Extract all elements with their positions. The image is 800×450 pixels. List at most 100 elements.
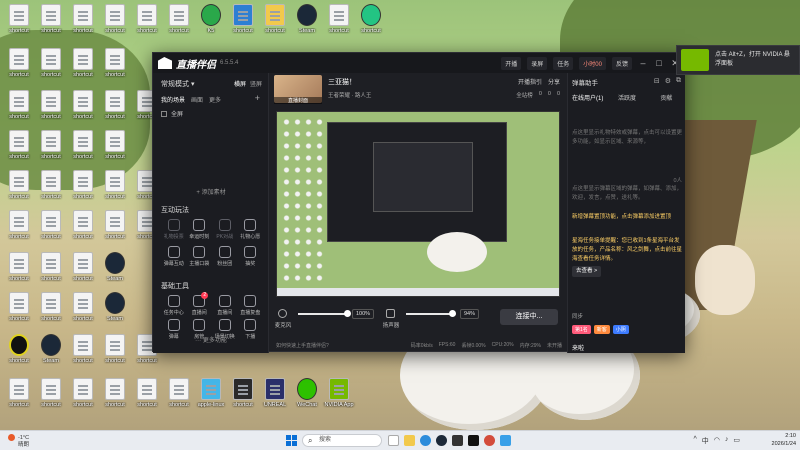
mic-volume-value[interactable]: 100%	[352, 309, 375, 319]
portrait-option[interactable]: 竖屏	[250, 82, 262, 88]
desktop-shortcut[interactable]: NVIDIA App	[322, 378, 356, 418]
view-task-button[interactable]: 去查看 >	[572, 266, 602, 277]
desktop-shortcut[interactable]: shortcut	[130, 378, 164, 418]
microphone-icon[interactable]	[278, 309, 287, 318]
interactive-item[interactable]: 主播口袋	[187, 246, 213, 267]
volume-icon[interactable]: ♪	[725, 436, 729, 446]
minimize-icon[interactable]: –	[638, 58, 648, 68]
desktop-shortcut[interactable]: shortcut	[354, 4, 388, 44]
battery-icon[interactable]: ▭	[733, 436, 740, 446]
tab-scenes[interactable]: 我的场景	[161, 95, 185, 104]
taskbar-search[interactable]: 搜索	[302, 434, 382, 447]
filter-icon[interactable]: ⊟	[654, 77, 660, 85]
task-button[interactable]: 任务	[553, 56, 574, 70]
mode-select[interactable]: 常规模式 ▾	[161, 79, 194, 89]
desktop-shortcut[interactable]: Steam	[98, 292, 132, 332]
tab-sources[interactable]: 画面	[191, 95, 203, 104]
desktop-shortcut[interactable]: apple-linux	[194, 378, 228, 418]
tab-online-users[interactable]: 在线用户(1)	[568, 93, 607, 102]
desktop-shortcut[interactable]: shortcut	[98, 48, 132, 88]
start-icon[interactable]	[286, 435, 297, 446]
desktop-shortcut[interactable]: shortcut	[130, 4, 164, 44]
desktop-shortcut[interactable]: shortcut	[34, 170, 68, 210]
desktop-shortcut[interactable]: shortcut	[2, 90, 36, 130]
tab-activity[interactable]: 活跃度	[607, 93, 646, 102]
speaker-icon[interactable]	[386, 309, 395, 318]
desktop-shortcut[interactable]: shortcut	[2, 4, 36, 44]
desktop-shortcut[interactable]: shortcut	[34, 210, 68, 250]
live-time-button[interactable]: 小时00	[579, 56, 606, 70]
desktop-shortcut[interactable]: shortcut	[258, 4, 292, 44]
live-companion-taskbar-icon[interactable]	[468, 435, 479, 446]
app-icon[interactable]	[452, 435, 463, 446]
feedback-button[interactable]: 反馈	[611, 56, 632, 70]
weather-widget[interactable]: -1°C 晴朗	[8, 434, 29, 449]
desktop-shortcut[interactable]: shortcut	[98, 210, 132, 250]
task-view-icon[interactable]	[388, 435, 399, 446]
steam-icon[interactable]	[436, 435, 447, 446]
chevron-up-icon[interactable]: ^	[693, 436, 696, 446]
desktop-shortcut[interactable]: shortcut	[162, 378, 196, 418]
app-icon[interactable]	[500, 435, 511, 446]
tool-item[interactable]: 直播复盘	[238, 295, 264, 316]
desktop-shortcut[interactable]: UNREAL	[258, 378, 292, 418]
speaker-volume-value[interactable]: 94%	[460, 309, 480, 319]
desktop-shortcut[interactable]: shortcut	[66, 334, 100, 374]
edge-icon[interactable]	[420, 435, 431, 446]
desktop-shortcut[interactable]: shortcut	[98, 130, 132, 170]
live-guide-link[interactable]: 开播指引	[518, 77, 542, 86]
tool-item[interactable]: 任务中心	[161, 295, 187, 316]
input-method-icon[interactable]: 中	[702, 436, 709, 446]
desktop-shortcut[interactable]: shortcut	[34, 130, 68, 170]
landscape-option[interactable]: 横屏	[234, 82, 246, 88]
maximize-icon[interactable]: □	[654, 58, 664, 68]
file-explorer-icon[interactable]	[404, 435, 415, 446]
desktop-shortcut[interactable]: shortcut	[66, 210, 100, 250]
desktop-shortcut[interactable]: K5	[194, 4, 228, 44]
add-scene-icon[interactable]: +	[255, 93, 260, 103]
desktop-shortcut[interactable]: shortcut	[66, 292, 100, 332]
tab-more[interactable]: 更多	[209, 95, 221, 104]
desktop-shortcut[interactable]: shortcut	[34, 48, 68, 88]
stream-preview[interactable]	[276, 111, 560, 297]
interactive-item[interactable]: 礼物投票	[161, 219, 187, 240]
clock[interactable]: 2:10 2026/1/24	[772, 432, 796, 448]
desktop-shortcut[interactable]: shortcut	[2, 292, 36, 332]
interactive-item[interactable]: 弹幕互动	[161, 246, 187, 267]
desktop-shortcut[interactable]: shortcut	[66, 252, 100, 292]
desktop-shortcut[interactable]: shortcut	[34, 4, 68, 44]
desktop-shortcut[interactable]: shortcut	[98, 170, 132, 210]
record-button[interactable]: 录屏	[527, 56, 548, 70]
desktop-shortcut[interactable]: shortcut	[98, 378, 132, 418]
desktop-shortcut[interactable]: shortcut	[98, 4, 132, 44]
desktop-shortcut[interactable]: Steam	[290, 4, 324, 44]
desktop-shortcut[interactable]: shortcut	[226, 4, 260, 44]
tool-item[interactable]: 直播间	[212, 295, 238, 316]
desktop-shortcut[interactable]: shortcut	[2, 334, 36, 374]
tool-item[interactable]: 直播间	[187, 292, 213, 316]
nvidia-notification[interactable]: 点击 Alt+Z，打开 NVIDIA 悬 浮面板	[676, 45, 800, 75]
start-live-button[interactable]: 连接中...	[500, 309, 558, 325]
open-live-button[interactable]: 开播	[501, 56, 522, 70]
interactive-item[interactable]: 幸运时刻	[187, 219, 213, 240]
desktop-shortcut[interactable]: shortcut	[98, 90, 132, 130]
desktop-shortcut[interactable]: shortcut	[34, 90, 68, 130]
desktop-shortcut[interactable]: shortcut	[322, 4, 356, 44]
desktop-shortcut[interactable]: shortcut	[2, 170, 36, 210]
popout-icon[interactable]: ⧉	[676, 77, 681, 85]
tab-contribution[interactable]: 贡献	[647, 93, 686, 102]
desktop-shortcut[interactable]: shortcut	[98, 334, 132, 374]
add-material-button[interactable]: + 添加素材	[153, 187, 269, 196]
scene-item[interactable]: 全屏	[161, 109, 183, 118]
desktop-shortcut[interactable]: shortcut	[2, 252, 36, 292]
desktop-shortcut[interactable]: WeChat	[290, 378, 324, 418]
desktop-shortcut[interactable]: shortcut	[66, 170, 100, 210]
desktop-shortcut[interactable]: shortcut	[34, 252, 68, 292]
desktop-shortcut[interactable]: shortcut	[66, 90, 100, 130]
orientation-toggle[interactable]: 横屏 竖屏	[230, 79, 262, 88]
desktop-shortcut[interactable]: Steam	[98, 252, 132, 292]
desktop-shortcut[interactable]: shortcut	[34, 378, 68, 418]
desktop-shortcut[interactable]: shortcut	[66, 4, 100, 44]
quick-start-link[interactable]: 如何快速上手直播伴侣?	[276, 342, 329, 349]
desktop-shortcut[interactable]: shortcut	[2, 378, 36, 418]
